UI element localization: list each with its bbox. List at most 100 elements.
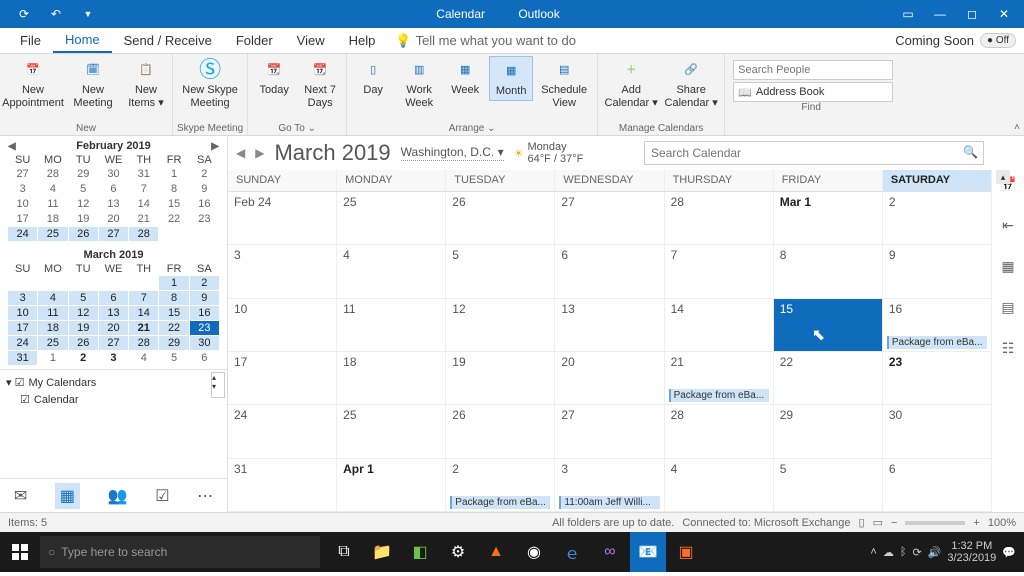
search-people-input[interactable] xyxy=(733,60,893,80)
day-cell[interactable]: 2 xyxy=(883,192,992,245)
zoom-in-icon[interactable]: + xyxy=(973,517,979,529)
day-cell[interactable]: 14 xyxy=(665,299,774,352)
address-book-button[interactable]: 📖Address Book xyxy=(733,82,893,102)
app-explorer-icon[interactable]: 📁 xyxy=(364,532,400,572)
day-cell[interactable]: 9 xyxy=(883,245,992,298)
tray-overflow-icon[interactable]: ˄ xyxy=(870,546,876,558)
tab-send-receive[interactable]: Send / Receive xyxy=(112,29,224,52)
event-jeff[interactable]: 11:00am Jeff Willi... xyxy=(559,496,659,509)
day-cell[interactable]: 19 xyxy=(446,352,555,405)
my-calendars-toggle[interactable]: ▾ ☑ My Calendars xyxy=(6,374,221,391)
month-peek-icon[interactable]: ▦ xyxy=(1001,258,1014,275)
location-selector[interactable]: Washington, D.C. ▾ xyxy=(401,145,504,161)
day-cell[interactable]: 3 xyxy=(228,245,337,298)
day-cell[interactable]: 6 xyxy=(883,459,992,512)
day-cell[interactable]: 6 xyxy=(555,245,664,298)
task-view-icon[interactable]: ⧉ xyxy=(326,532,362,572)
day-cell[interactable]: 18 xyxy=(337,352,446,405)
day-cell[interactable]: 16Package from eBa... xyxy=(883,299,992,352)
calendar-nav-icon[interactable]: ▦ xyxy=(55,483,80,509)
next-icon[interactable]: ▶ xyxy=(255,146,264,160)
next-month-icon[interactable]: ▶ xyxy=(211,141,219,152)
coming-soon-toggle[interactable]: ● Off xyxy=(980,33,1016,48)
new-appointment-button[interactable]: 📅New Appointment xyxy=(4,56,62,111)
day-cell-today[interactable]: 23 xyxy=(883,352,992,405)
day-cell[interactable]: 8 xyxy=(774,245,883,298)
tell-me[interactable]: 💡 Tell me what you want to do xyxy=(395,33,576,49)
app-outlook-icon[interactable]: 📧 xyxy=(630,532,666,572)
taskbar-search[interactable]: ○ Type here to search xyxy=(40,536,320,568)
day-cell[interactable]: 26 xyxy=(446,405,555,458)
zoom-slider[interactable] xyxy=(905,521,965,525)
tray-volume-icon[interactable]: 🔊 xyxy=(928,546,942,559)
day-cell[interactable]: 21Package from eBa... xyxy=(665,352,774,405)
more-icon[interactable]: ⋯ xyxy=(197,486,213,506)
weather[interactable]: ☀ Monday 64°F / 37°F xyxy=(514,141,584,165)
schedule-peek-icon[interactable]: ▤ xyxy=(1001,299,1014,316)
prev-icon[interactable]: ◀ xyxy=(236,146,245,160)
undo-icon[interactable]: ↶ xyxy=(44,3,68,25)
app-steam-icon[interactable]: ⚙ xyxy=(440,532,476,572)
prev-month-icon[interactable]: ◀ xyxy=(8,141,16,152)
tab-file[interactable]: File xyxy=(8,29,53,52)
day-cell[interactable]: 29 xyxy=(774,405,883,458)
tab-folder[interactable]: Folder xyxy=(224,29,285,52)
day-cell[interactable]: 20 xyxy=(555,352,664,405)
mycal-scroll[interactable]: ▴▾ xyxy=(211,372,225,398)
view-normal-icon[interactable]: ▯ xyxy=(859,516,865,529)
tray-bt-icon[interactable]: ᛒ xyxy=(900,546,907,558)
mail-icon[interactable]: ✉ xyxy=(14,486,27,506)
today-button[interactable]: 📆Today xyxy=(252,56,296,99)
ribbon-mode-icon[interactable]: ▭ xyxy=(896,3,920,25)
app-vlc-icon[interactable]: ▲ xyxy=(478,532,514,572)
mini-cal-feb-grid[interactable]: SUMOTUWETHFRSA 272829303112 3456789 1011… xyxy=(8,154,219,241)
app-edge-icon[interactable]: ｅ xyxy=(554,532,590,572)
schedule-view-button[interactable]: ▤Schedule View xyxy=(535,56,593,111)
day-cell[interactable]: 12 xyxy=(446,299,555,352)
new-meeting-button[interactable]: 🗓New Meeting xyxy=(64,56,122,111)
search-calendar-input[interactable] xyxy=(644,141,984,165)
close-icon[interactable]: ✕ xyxy=(992,3,1016,25)
day-cell[interactable]: Mar 1 xyxy=(774,192,883,245)
tab-home[interactable]: Home xyxy=(53,28,112,53)
tasks-icon[interactable]: ☑ xyxy=(155,486,169,506)
week-peek-icon[interactable]: ⇤ xyxy=(1002,217,1014,234)
day-cell[interactable]: Feb 24 xyxy=(228,192,337,245)
taskbar-clock[interactable]: 1:32 PM 3/23/2019 xyxy=(947,540,996,564)
day-cell[interactable]: 5 xyxy=(446,245,555,298)
tab-help[interactable]: Help xyxy=(337,29,388,52)
day-cell[interactable]: 2Package from eBa... xyxy=(446,459,555,512)
people-icon[interactable]: 👥 xyxy=(108,486,128,506)
minimize-icon[interactable]: — xyxy=(928,3,952,25)
app-snagit-icon[interactable]: ▣ xyxy=(668,532,704,572)
skype-meeting-button[interactable]: ⓈNew Skype Meeting xyxy=(181,56,239,111)
next7-button[interactable]: 📆Next 7 Days xyxy=(298,56,342,111)
tab-view[interactable]: View xyxy=(285,29,337,52)
view-reading-icon[interactable]: ▭ xyxy=(873,516,883,529)
day-cell[interactable]: 7 xyxy=(665,245,774,298)
event-package[interactable]: Package from eBa... xyxy=(669,389,769,402)
week-button[interactable]: ▦Week xyxy=(443,56,487,99)
day-cell[interactable]: 26 xyxy=(446,192,555,245)
day-cell[interactable]: 28 xyxy=(665,192,774,245)
day-cell[interactable]: 17 xyxy=(228,352,337,405)
list-peek-icon[interactable]: ☷ xyxy=(1002,340,1015,357)
work-week-button[interactable]: ▥Work Week xyxy=(397,56,441,111)
day-cell[interactable]: 27 xyxy=(555,405,664,458)
day-cell[interactable]: 30 xyxy=(883,405,992,458)
day-cell[interactable]: 13 xyxy=(555,299,664,352)
day-cell[interactable]: 10 xyxy=(228,299,337,352)
day-cell[interactable]: 25 xyxy=(337,405,446,458)
zoom-out-icon[interactable]: − xyxy=(891,517,897,529)
calendar-item[interactable]: ☑ Calendar xyxy=(6,391,221,408)
event-package[interactable]: Package from eBa... xyxy=(887,336,987,349)
day-cell-selected[interactable]: 15⬉ xyxy=(774,299,883,352)
app-vs-icon[interactable]: ∞ xyxy=(592,532,628,572)
day-cell[interactable]: 31 xyxy=(228,459,337,512)
new-items-button[interactable]: 📋New Items ▾ xyxy=(124,56,168,111)
day-cell[interactable]: 4 xyxy=(665,459,774,512)
day-button[interactable]: ▯Day xyxy=(351,56,395,99)
day-cell[interactable]: 311:00am Jeff Willi... xyxy=(555,459,664,512)
start-button[interactable] xyxy=(0,532,40,572)
event-package[interactable]: Package from eBa... xyxy=(450,496,550,509)
